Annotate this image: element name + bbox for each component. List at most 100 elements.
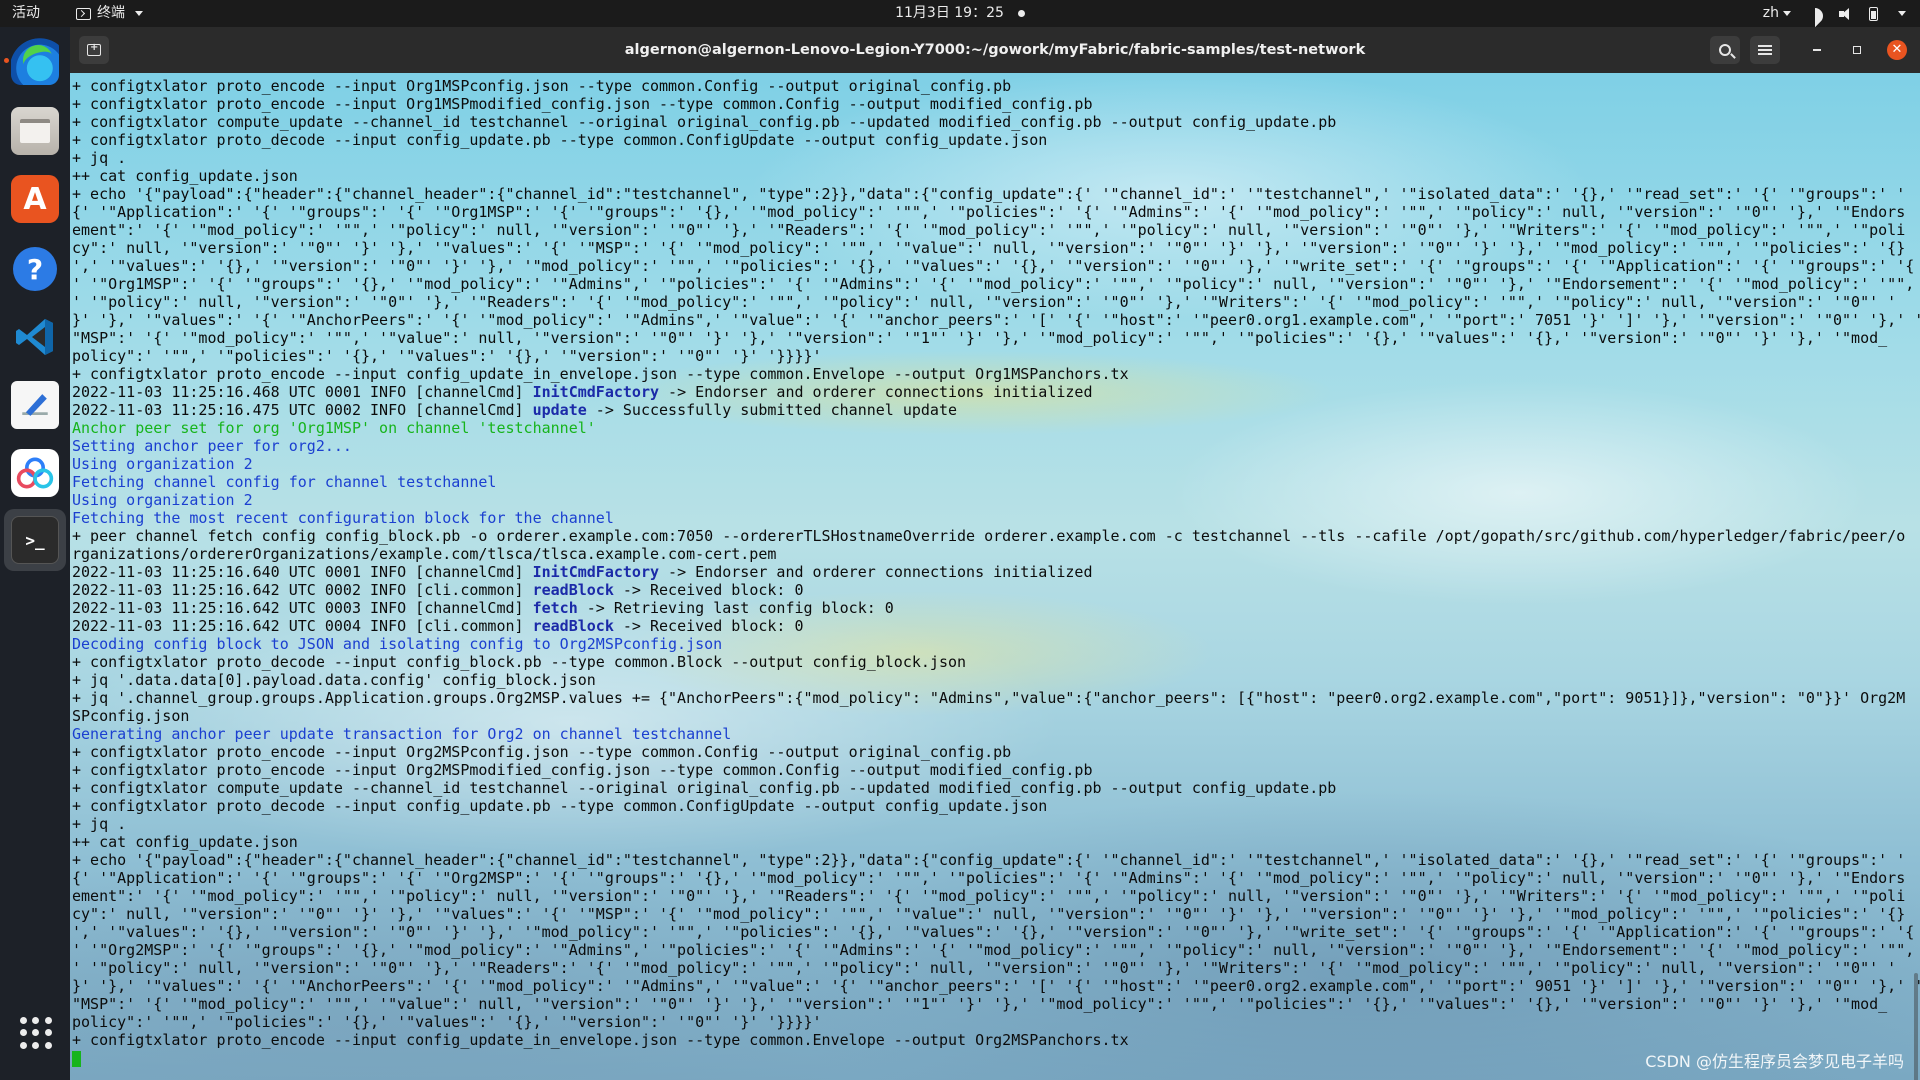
maximize-icon <box>1853 46 1861 54</box>
show-applications-button[interactable] <box>20 1017 52 1049</box>
terminal-line: + configtxlator compute_update --channel… <box>72 779 1337 797</box>
terminal-line: + configtxlator proto_encode --input Org… <box>72 95 1093 113</box>
terminal-line: + jq '.data.data[0].payload.data.config'… <box>72 671 596 689</box>
terminal-window: algernon@algernon-Lenovo-Legion-Y7000:~/… <box>70 27 1920 1080</box>
title-bar[interactable]: algernon@algernon-Lenovo-Legion-Y7000:~/… <box>70 27 1920 73</box>
wifi-icon[interactable] <box>1807 8 1823 20</box>
terminal-line: ' '"Org1MSP":' '{' '"groups":' '{},' '"m… <box>72 275 1915 293</box>
terminal-line: + configtxlator proto_decode --input con… <box>72 653 967 671</box>
hamburger-menu-button[interactable] <box>1750 36 1780 64</box>
terminal-line: Fetching the most recent configuration b… <box>72 509 614 527</box>
new-tab-button[interactable] <box>79 36 109 64</box>
watermark: CSDN @仿生程序员会梦见电子羊吗 <box>1645 1052 1904 1071</box>
terminal-line: Fetching channel config for channel test… <box>72 473 497 491</box>
window-title: algernon@algernon-Lenovo-Legion-Y7000:~/… <box>624 42 1366 58</box>
terminal-line: + configtxlator proto_encode --input con… <box>72 365 1129 383</box>
terminal-line: Decoding config block to JSON and isolat… <box>72 635 723 653</box>
close-button[interactable]: ✕ <box>1887 40 1907 60</box>
terminal-line: 2022-11-03 11:25:16.642 UTC 0003 INFO [c… <box>72 599 894 617</box>
terminal-line: }' '},' '"values":' '{' '"AnchorPeers":'… <box>72 311 1920 329</box>
terminal-line: SPconfig.json <box>72 707 190 725</box>
terminal-line: + configtxlator proto_encode --input Org… <box>72 77 1012 95</box>
help-launcher[interactable]: ? <box>13 247 57 291</box>
terminal-line: Using organization 2 <box>72 455 253 473</box>
terminal-line: ement":' '{' '"mod_policy":' '"",' '"pol… <box>72 887 1906 905</box>
terminal-text: + configtxlator proto_encode --input Org… <box>72 77 1920 1067</box>
minimize-button[interactable] <box>1807 40 1827 60</box>
system-tray[interactable]: zh <box>1763 0 1906 27</box>
terminal-line: policy":' '"",' '"policies":' '{},' '"va… <box>72 347 822 365</box>
chevron-down-icon <box>135 11 143 16</box>
maximize-button[interactable] <box>1847 40 1867 60</box>
terminal-launcher[interactable]: >_ <box>11 516 59 564</box>
terminal-line: ++ cat config_update.json <box>72 833 298 851</box>
volume-icon[interactable] <box>1839 7 1853 20</box>
pencil-icon <box>22 394 48 416</box>
menu-icon <box>1758 45 1772 55</box>
text-editor-launcher[interactable] <box>11 381 59 429</box>
terminal-prompt-icon: >_ <box>25 530 45 550</box>
terminal-line: {' '"Application":' '{' '"groups":' '{' … <box>72 869 1906 887</box>
system-menu-chevron-icon[interactable] <box>1898 11 1906 16</box>
top-bar: 活动 终端 11月3日 19：25 zh <box>0 0 1920 27</box>
scrollbar[interactable] <box>1914 973 1918 1080</box>
dock: A ? >_ <box>0 27 70 1080</box>
terminal-line: cy":' null, '"version":' '"0"' '}' '},' … <box>72 905 1906 923</box>
terminal-line: 2022-11-03 11:25:16.642 UTC 0002 INFO [c… <box>72 581 804 599</box>
terminal-line: Setting anchor peer for org2... <box>72 437 352 455</box>
terminal-icon <box>76 7 91 20</box>
terminal-line: 2022-11-03 11:25:16.642 UTC 0004 INFO [c… <box>72 617 804 635</box>
terminal-line: ++ cat config_update.json <box>72 167 298 185</box>
search-icon <box>1719 44 1731 56</box>
text-cursor <box>72 1050 81 1067</box>
chevron-down-icon <box>1783 10 1791 16</box>
terminal-line: Generating anchor peer update transactio… <box>72 725 732 743</box>
terminal-line: + configtxlator proto_decode --input con… <box>72 131 1048 149</box>
notification-dot-icon <box>1017 9 1025 17</box>
app-menu-button[interactable]: 终端 <box>76 0 143 27</box>
terminal-line: policy":' '"",' '"policies":' '{},' '"va… <box>72 1013 822 1031</box>
terminal-line: + echo '{"payload":{"header":{"channel_h… <box>72 851 1906 869</box>
input-method-label: zh <box>1762 5 1779 21</box>
ubuntu-software-launcher[interactable]: A <box>11 175 59 223</box>
close-icon: ✕ <box>1891 42 1903 57</box>
input-method-indicator[interactable]: zh <box>1763 0 1791 27</box>
terminal-line: + configtxlator proto_encode --input Org… <box>72 761 1093 779</box>
vscode-launcher[interactable] <box>11 313 59 361</box>
new-tab-icon <box>87 37 101 59</box>
search-button[interactable] <box>1710 36 1740 64</box>
terminal-line: ' '"policy":' null, '"version":' '"0"' '… <box>72 293 1897 311</box>
terminal-line: ',' '"values":' '{},' '"version":' '"0"'… <box>72 257 1915 275</box>
terminal-cursor-line[interactable] <box>72 1049 1902 1067</box>
terminal-line: + configtxlator proto_decode --input con… <box>72 797 1048 815</box>
terminal-line: ',' '"values":' '{},' '"version":' '"0"'… <box>72 923 1915 941</box>
activities-button[interactable]: 活动 <box>12 0 40 27</box>
cloud-icon <box>16 457 54 489</box>
terminal-output-area[interactable]: + configtxlator proto_encode --input Org… <box>70 73 1920 1080</box>
terminal-line: 2022-11-03 11:25:16.468 UTC 0001 INFO [c… <box>72 383 1093 401</box>
terminal-line: + configtxlator proto_encode --input con… <box>72 1031 1129 1049</box>
clock[interactable]: 11月3日 19：25 <box>895 5 1004 21</box>
terminal-line: rganizations/ordererOrganizations/exampl… <box>72 545 777 563</box>
app-menu-label: 终端 <box>97 5 125 21</box>
baidu-netdisk-launcher[interactable] <box>11 449 59 497</box>
files-launcher[interactable] <box>11 107 59 155</box>
terminal-line: + configtxlator proto_encode --input Org… <box>72 743 1012 761</box>
terminal-line: ' '"Org2MSP":' '{' '"groups":' '{},' '"m… <box>72 941 1915 959</box>
terminal-line: Anchor peer set for org 'Org1MSP' on cha… <box>72 419 596 437</box>
terminal-line: ' '"policy":' null, '"version":' '"0"' '… <box>72 959 1897 977</box>
terminal-line: Using organization 2 <box>72 491 253 509</box>
terminal-line: ement":' '{' '"mod_policy":' '"",' '"pol… <box>72 221 1906 239</box>
edge-browser-launcher[interactable] <box>4 37 59 85</box>
running-indicator <box>4 58 9 63</box>
terminal-line: + echo '{"payload":{"header":{"channel_h… <box>72 185 1906 203</box>
terminal-line: }' '},' '"values":' '{' '"AnchorPeers":'… <box>72 977 1920 995</box>
terminal-line: "MSP":' '{' '"mod_policy":' '"",' '"valu… <box>72 995 1888 1013</box>
vscode-icon <box>16 319 53 355</box>
terminal-line: + configtxlator compute_update --channel… <box>72 113 1337 131</box>
terminal-line: + jq . <box>72 149 127 167</box>
terminal-line: {' '"Application":' '{' '"groups":' '{' … <box>72 203 1906 221</box>
terminal-line: 2022-11-03 11:25:16.475 UTC 0002 INFO [c… <box>72 401 958 419</box>
battery-icon[interactable] <box>1869 6 1878 21</box>
terminal-line: + peer channel fetch config config_block… <box>72 527 1906 545</box>
